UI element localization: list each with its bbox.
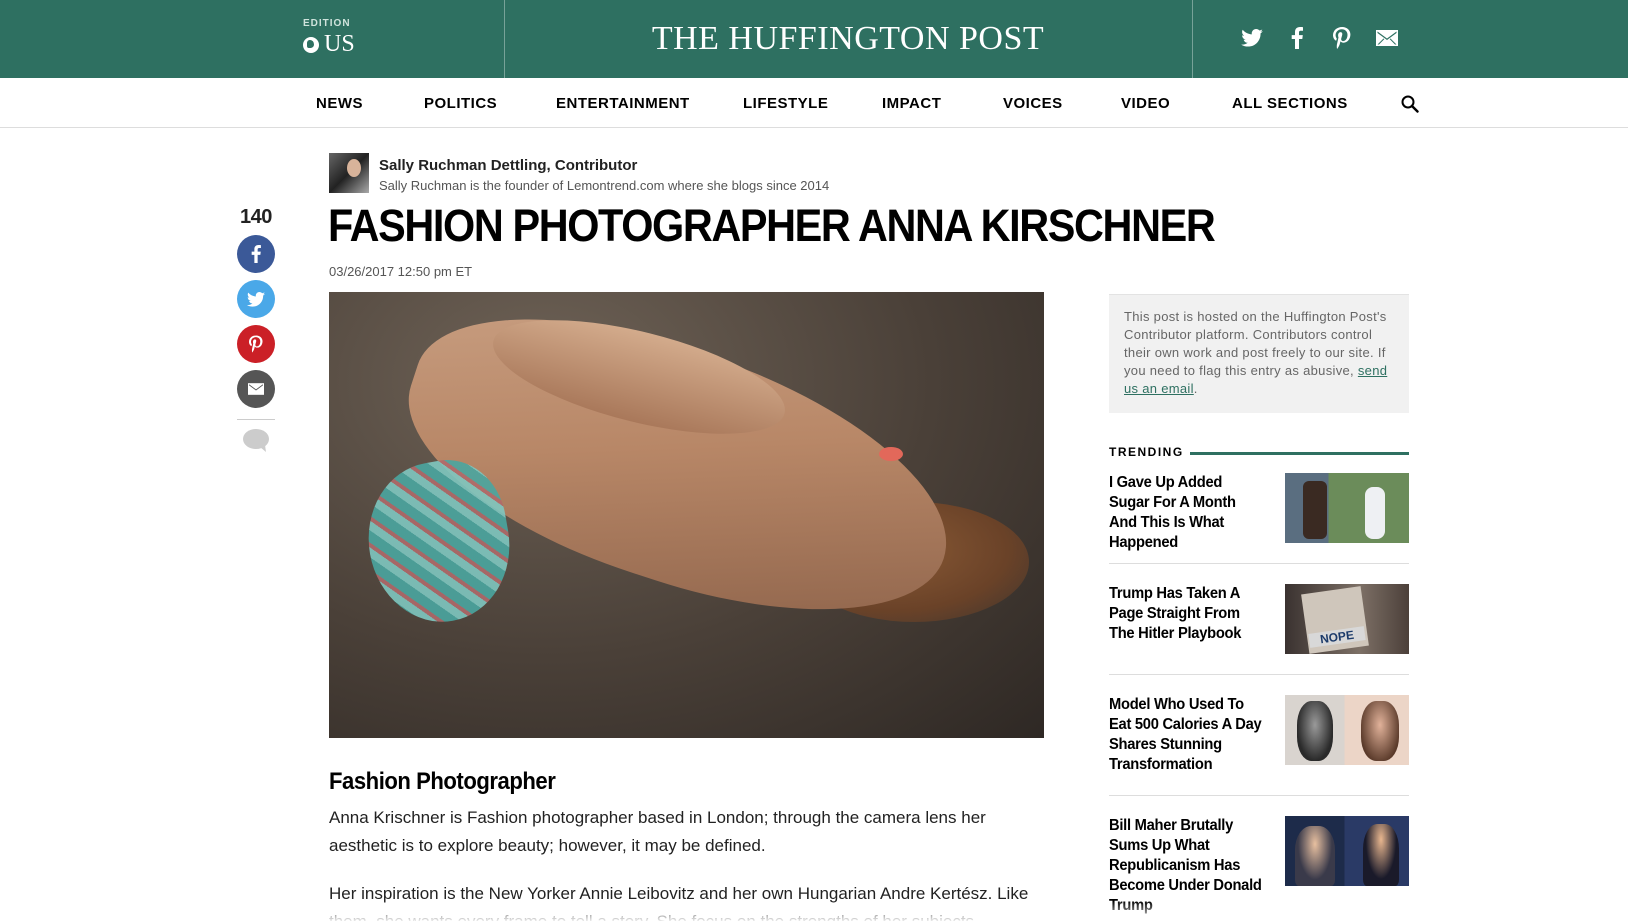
twitter-icon[interactable] <box>1240 24 1264 52</box>
trending-divider <box>1109 795 1409 796</box>
author-avatar[interactable] <box>329 153 369 193</box>
share-divider <box>237 419 275 420</box>
share-count: 140 <box>240 206 272 228</box>
email-icon <box>248 383 264 395</box>
edition-label: EDITION <box>303 18 351 29</box>
edition-value: US <box>324 31 355 57</box>
trending-rule <box>1190 452 1409 455</box>
article-subheading: Fashion Photographer <box>329 768 556 795</box>
trending-divider <box>1109 674 1409 675</box>
contributor-notice: This post is hosted on the Huffington Po… <box>1109 294 1409 413</box>
trending-thumbnail[interactable] <box>1285 695 1409 765</box>
trending-title[interactable]: I Gave Up Added Sugar For A Month And Th… <box>1109 473 1265 553</box>
nav-item-lifestyle[interactable]: LIFESTYLE <box>743 95 828 112</box>
top-bar: EDITION US THE HUFFINGTON POST <box>0 0 1628 78</box>
trending-label: TRENDING <box>1109 445 1184 459</box>
site-logo[interactable]: THE HUFFINGTON POST <box>505 20 1191 58</box>
author-name[interactable]: Sally Ruchman Dettling, Contributor <box>379 157 637 174</box>
trending-title[interactable]: Model Who Used To Eat 500 Calories A Day… <box>1109 695 1265 775</box>
hero-image <box>329 292 1044 738</box>
nav-item-all-sections[interactable]: ALL SECTIONS <box>1232 95 1348 112</box>
author-bio: Sally Ruchman is the founder of Lemontre… <box>379 178 830 193</box>
edition-selector[interactable]: EDITION US <box>303 18 355 58</box>
pinterest-icon <box>249 335 263 353</box>
nav-item-entertainment[interactable]: ENTERTAINMENT <box>556 95 690 112</box>
share-facebook-button[interactable] <box>237 235 275 273</box>
page-fade <box>0 901 1628 921</box>
facebook-icon <box>251 245 261 263</box>
trending-title[interactable]: Trump Has Taken A Page Straight From The… <box>1109 584 1265 644</box>
article-headline: FASHION PHOTOGRAPHER ANNA KIRSCHNER <box>328 200 1216 251</box>
email-icon[interactable] <box>1375 24 1399 52</box>
article-timestamp: 03/26/2017 12:50 pm ET <box>329 264 473 279</box>
trending-thumbnail[interactable]: NOPE <box>1285 584 1409 654</box>
trending-thumbnail[interactable] <box>1285 816 1409 886</box>
share-pinterest-button[interactable] <box>237 325 275 363</box>
facebook-icon[interactable] <box>1285 24 1309 52</box>
pinterest-icon[interactable] <box>1330 24 1354 52</box>
notice-text: This post is hosted on the Huffington Po… <box>1124 309 1387 378</box>
search-icon[interactable] <box>1401 95 1419 118</box>
globe-icon <box>303 36 319 53</box>
trending-divider <box>1109 563 1409 564</box>
nav-item-voices[interactable]: VOICES <box>1003 95 1063 112</box>
nav-item-impact[interactable]: IMPACT <box>882 95 941 112</box>
social-links <box>1240 24 1399 52</box>
share-twitter-button[interactable] <box>237 280 275 318</box>
trending-thumbnail[interactable] <box>1285 473 1409 543</box>
comment-icon[interactable] <box>242 428 270 457</box>
nav-item-news[interactable]: NEWS <box>316 95 363 112</box>
twitter-icon <box>247 291 265 307</box>
nav-item-video[interactable]: VIDEO <box>1121 95 1170 112</box>
article-paragraph: Anna Krischner is Fashion photographer b… <box>329 808 986 855</box>
main-nav: NEWS POLITICS ENTERTAINMENT LIFESTYLE IM… <box>0 78 1628 128</box>
nav-item-politics[interactable]: POLITICS <box>424 95 497 112</box>
header-divider <box>1192 0 1193 78</box>
share-email-button[interactable] <box>237 370 275 408</box>
